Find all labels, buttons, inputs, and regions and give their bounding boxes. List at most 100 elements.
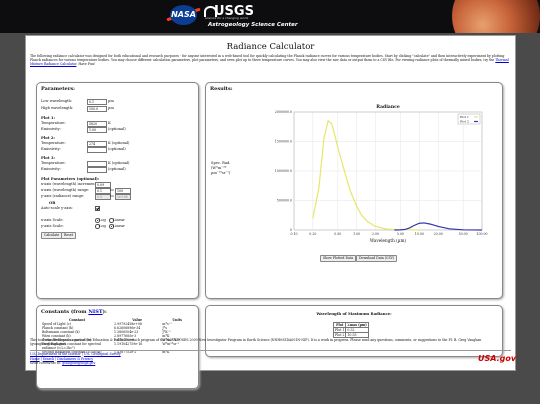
y-tick-label: 1500000.0 (275, 140, 292, 144)
parameters-panel: Parameters: Low wavelength: 0.1 µm High … (36, 82, 199, 299)
results-panel: Results: Spec. Rad. (W*m⁻²* µm⁻¹*sr⁻¹) 0… (205, 82, 503, 299)
results-header: Results: (210, 86, 233, 92)
plot3-label: Plot 3: (41, 155, 55, 160)
parameters-header: Parameters: (41, 86, 75, 92)
plot3-emis-label: Emissivity: (41, 167, 61, 171)
wien-col-lmax: λmax (µm) (345, 322, 369, 328)
wien-header-row: Plot λmax (µm) (332, 322, 369, 328)
plot1-temp-unit: K (108, 121, 111, 125)
autoscale-label: Auto-scale y-axis: (41, 206, 73, 210)
plot3-temp-unit: K (optional) (108, 161, 130, 165)
plot2-emis-unit: (optional) (108, 147, 126, 151)
disclaimers-link[interactable]: Disclaimers & Privacy (57, 357, 93, 361)
usgs-tagline: science for a changing world (205, 16, 249, 20)
autoscale-checkbox[interactable] (95, 206, 100, 211)
contact-label: Send comments to: (30, 361, 63, 365)
xscale-log-label: Log (99, 218, 106, 222)
yaxis-range-to-input[interactable]: 2e+06 (115, 193, 131, 200)
plot1-emis-label: Emissivity: (41, 127, 61, 131)
plot1-temp-label: Temperature: (41, 121, 66, 125)
y-tick-label: 2000000.0 (275, 110, 292, 114)
download-csv-button[interactable]: Download Data (CSV) (356, 255, 398, 262)
or-label: OR (49, 200, 56, 205)
site-banner: NASA USGS science for a changing world A… (0, 0, 540, 33)
radiance-chart: 0500000.01000000.01500000.02000000.00.10… (275, 104, 488, 243)
xaxis-range-to-label: to (110, 188, 114, 192)
plot2-emis-input[interactable] (87, 146, 107, 153)
x-tick-label: 100.00 (476, 232, 487, 236)
wien-value: 10.55 (345, 332, 369, 338)
doi-link[interactable]: U.S. Department of the Interior (30, 352, 81, 356)
page-title: Radiance Calculator (226, 42, 315, 52)
chart-title: Radiance (376, 104, 400, 110)
x-tick-label: 0.10 (290, 232, 297, 236)
chart-xlabel: Wavelength (µm) (370, 238, 407, 243)
xaxis-increment-label: x-axis (wavelength) increment: (41, 182, 98, 186)
wien-plot: Plot 1 (332, 327, 347, 333)
usagov-logo[interactable]: USA.gov (478, 354, 516, 363)
constants-panel: Constants (from NIST): Constant Value Un… (36, 305, 199, 389)
footer-contact: Send comments to: gvaughan@usgs.gov (30, 361, 95, 365)
nasa-logo[interactable]: NASA (170, 5, 197, 25)
home-link[interactable]: Home (30, 357, 40, 361)
high-wavelength-label: High wavelength: (41, 106, 74, 110)
plot2-emis-label: Emissivity: (41, 147, 61, 151)
chart-ylabel: Spec. Rad. (W*m⁻²* µm⁻¹*sr⁻¹) (211, 161, 231, 175)
footer-divider (30, 350, 511, 351)
reset-button[interactable]: Reset (61, 232, 77, 239)
x-tick-label: 1.00 (353, 232, 360, 236)
constants-header: Constants (from NIST): (41, 309, 107, 315)
constants-header-text: Constants (from (41, 309, 87, 315)
constants-header-end: ): (102, 309, 107, 315)
legend-label-1: Plot 1 (460, 115, 469, 119)
plot3-emis-unit: (optional) (108, 167, 126, 171)
low-wavelength-label: Low wavelength: (41, 99, 73, 103)
calculate-button[interactable]: Calculate (41, 232, 63, 239)
x-tick-label: 20.00 (434, 232, 443, 236)
nist-link[interactable]: NIST (88, 309, 102, 315)
xaxis-range-label: x-axis (wavelength) range: (41, 188, 90, 192)
low-wavelength-input[interactable]: 0.1 (87, 98, 107, 105)
footer-text: This tool was developed as part of the E… (30, 338, 482, 347)
plot3-temp-label: Temperature: (41, 161, 66, 165)
low-wavelength-unit: µm (108, 99, 114, 103)
legend-label-2: Plot 2 (460, 120, 469, 124)
xscale-linear-label: Linear (113, 218, 125, 222)
usgs-link[interactable]: U.S. Geological Survey (84, 352, 121, 356)
x-tick-label: 50.00 (459, 232, 468, 236)
wien-plot: Plot 2 (332, 332, 347, 338)
center-name: Astrogeology Science Center (208, 22, 298, 28)
yaxis-range-from-input[interactable]: 0.0 (95, 193, 111, 200)
contact-email-link[interactable]: gvaughan@usgs.gov (62, 361, 95, 365)
yaxis-scale-label: y-axis Scale: (41, 224, 64, 228)
plot1-emis-input[interactable]: 1.00 (87, 126, 107, 133)
mars-planet-image (452, 0, 540, 33)
plot2-temp-label: Temperature: (41, 141, 66, 145)
plot3-emis-input[interactable] (87, 166, 107, 173)
plot2-temp-unit: K (optional) (108, 141, 130, 145)
main-page: Radiance Calculator The following radian… (25, 35, 516, 389)
wien-row: Plot 2 10.55 (332, 332, 369, 338)
x-tick-label: 0.20 (309, 232, 316, 236)
x-tick-label: 5.00 (397, 232, 404, 236)
yscale-linear-label: Linear (113, 224, 125, 228)
high-wavelength-input[interactable]: 100.0 (87, 105, 107, 112)
yaxis-range-label: y-axis (radiance) range: (41, 194, 85, 198)
intro-end: . Have Fun! (76, 62, 96, 67)
x-tick-label: 0.50 (334, 232, 341, 236)
usagov-logo-text: USA.gov (478, 354, 517, 363)
plot1-emis-unit: (optional) (108, 127, 126, 131)
wien-table: Plot λmax (µm) Plot 1 0.52 Plot 2 10.55 (332, 322, 369, 338)
y-tick-label: 500000.0 (277, 199, 292, 203)
plot2-label: Plot 2: (41, 135, 55, 140)
yscale-log-label: Log (99, 224, 106, 228)
intro-body: The following radiance calculator was de… (30, 54, 505, 63)
show-plotted-data-button[interactable]: Show Plotted Data (320, 255, 357, 262)
x-tick-label: 2.00 (372, 232, 379, 236)
y-tick-label: 1000000.0 (275, 169, 292, 173)
search-link[interactable]: Search (43, 357, 54, 361)
plot1-label: Plot 1: (41, 115, 55, 120)
yaxis-range-to-label: to (110, 194, 114, 198)
x-tick-label: 10.00 (415, 232, 424, 236)
plot-parameters-label: Plot Parameters (optional): (41, 176, 100, 181)
